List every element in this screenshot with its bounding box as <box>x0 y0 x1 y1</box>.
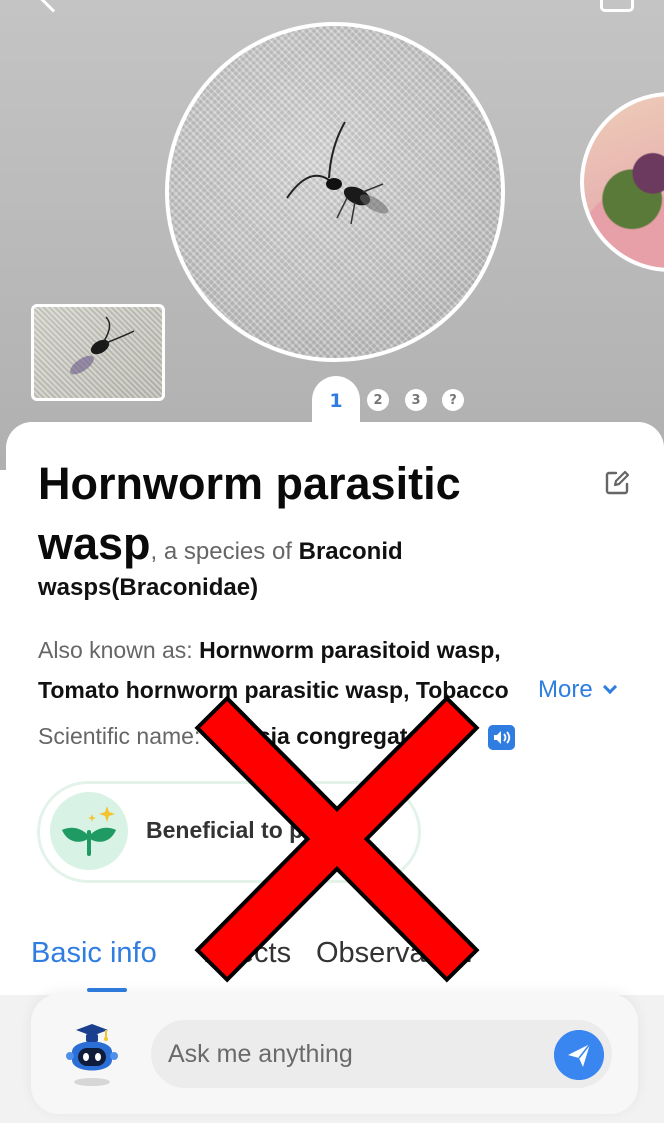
also-known-as-name: Hornworm parasitoid wasp, <box>199 637 501 663</box>
tab-effects[interactable]: Effects <box>203 937 291 970</box>
pager-page-3[interactable]: 3 <box>405 389 427 411</box>
active-tab-indicator <box>87 988 127 992</box>
also-known-as-label: Also known as: <box>38 637 200 663</box>
pager-page-1[interactable]: 1 <box>322 388 350 414</box>
species-name-continued: wasp, a species of Braconid <box>38 518 403 570</box>
pager-page-2[interactable]: 2 <box>367 389 389 411</box>
speaker-icon[interactable] <box>488 725 515 750</box>
ai-assistant-avatar[interactable] <box>56 1016 128 1088</box>
scientific-name-label: Scientific name: <box>38 723 207 749</box>
species-page: 1 2 3 ? Hornworm parasitic wasp, a speci… <box>0 0 664 1123</box>
edit-icon[interactable] <box>604 470 630 496</box>
species-name-end: wasp <box>38 518 151 569</box>
also-known-as-more-names: Tomato hornworm parasitic wasp, Tobacco <box>38 677 509 703</box>
side-photo[interactable] <box>580 92 664 272</box>
sprout-icon <box>50 792 128 870</box>
scientific-name-value: Cotesia congregata <box>206 723 421 749</box>
also-known-as: Also known as: Hornworm parasitoid wasp, <box>38 637 501 664</box>
family-link-continued[interactable]: wasps(Braconidae) <box>38 574 258 602</box>
thumbnail-wasp <box>70 316 135 375</box>
wasp-illustration <box>286 121 389 225</box>
scientific-name: Scientific name: Cotesia congregata <box>38 723 420 750</box>
benefit-label: Beneficial to plants <box>146 817 357 843</box>
thumbnail-photo[interactable] <box>31 304 165 401</box>
species-name: Hornworm parasitic <box>38 458 461 509</box>
back-icon[interactable] <box>37 0 69 13</box>
more-label: More <box>538 676 593 703</box>
more-button[interactable]: More <box>522 674 617 706</box>
photo-gallery[interactable]: 1 2 3 ? <box>0 0 664 470</box>
pager-page-help[interactable]: ? <box>442 389 464 411</box>
ask-input[interactable] <box>168 1032 548 1076</box>
share-icon[interactable] <box>600 0 634 12</box>
species-of-label: , a species of <box>150 538 299 565</box>
family-link[interactable]: Braconid <box>299 538 403 565</box>
main-photo[interactable] <box>165 22 505 362</box>
send-button[interactable] <box>554 1030 604 1080</box>
tab-basic-info[interactable]: Basic info <box>31 937 157 970</box>
chevron-down-icon <box>602 679 617 695</box>
tab-observation[interactable]: Observation <box>316 937 472 970</box>
